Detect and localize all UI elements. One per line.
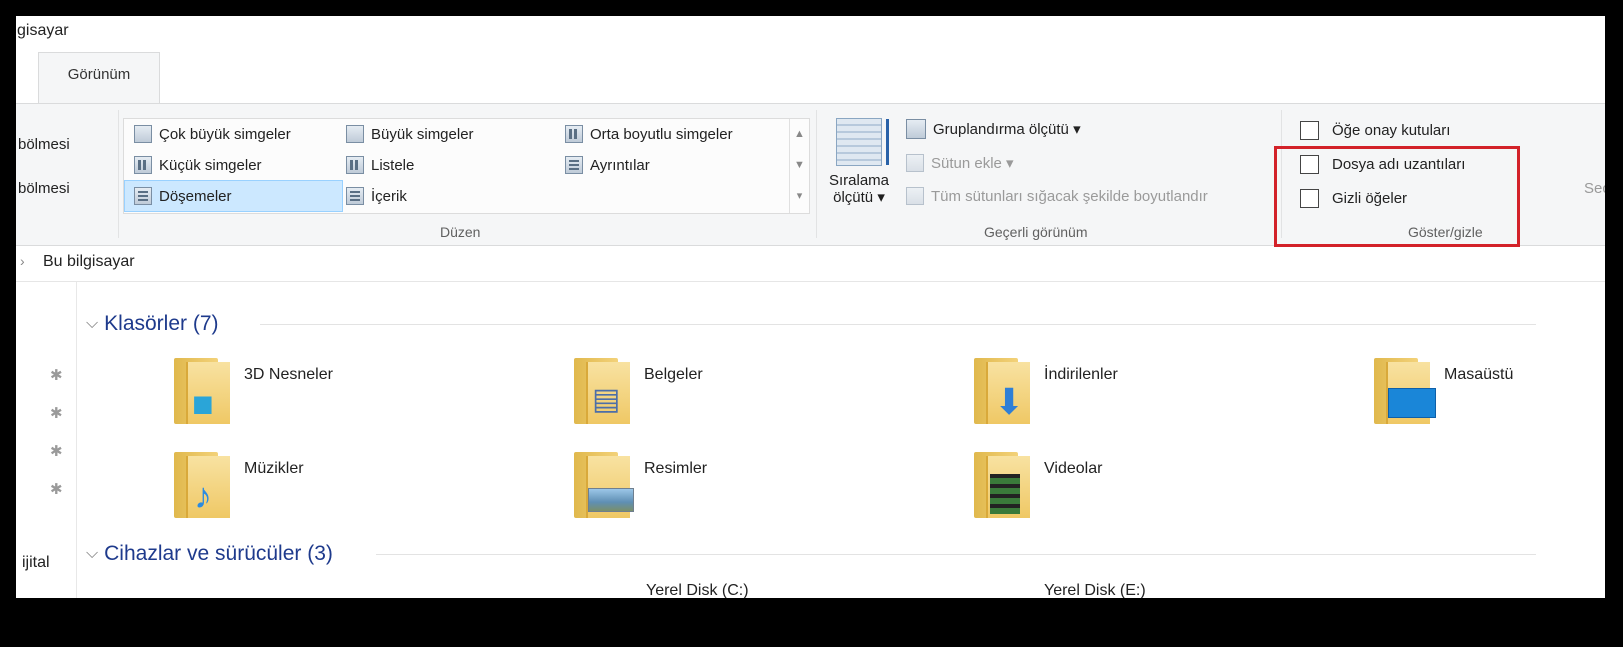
videos-folder-icon [974,452,1030,518]
pin-icon[interactable]: ✱ [50,442,63,460]
downloads-folder-icon: ⬇ [974,358,1030,424]
section-header-folders[interactable]: ⌵ Klasörler (7) [86,309,1536,339]
group-by-icon [906,119,926,139]
section-divider [376,554,1536,555]
address-bar[interactable]: › Bu bilgisayar [16,246,1605,282]
3d-objects-folder-icon: ■ [174,358,230,424]
layout-medium-icons[interactable]: Orta boyutlu simgeler [565,125,733,143]
folder-item-music[interactable]: ♪ Müzikler [174,452,304,518]
extra-large-icons-icon [134,125,152,143]
navigation-pane: ✱ ✱ ✱ ✱ ijital [16,282,77,598]
layout-tiles[interactable]: Döşemeler [134,187,232,205]
add-column-icon [906,154,924,172]
highlight-box [1274,146,1520,247]
layout-content[interactable]: İçerik [346,187,407,205]
tiles-icon [134,187,152,205]
chevron-down-icon[interactable]: ⌵ [86,315,98,333]
folder-item-documents[interactable]: ▤ Belgeler [574,358,703,424]
current-view-group-label: Geçerli görünüm [984,224,1088,240]
small-icons-icon [134,156,152,174]
desktop-folder-icon [1374,358,1436,424]
nav-item-partial[interactable]: ijital [22,554,50,572]
selection-group-partial[interactable]: Seç [1584,180,1605,197]
list-icon [346,156,364,174]
folder-item-pictures[interactable]: Resimler [574,452,707,518]
details-icon [565,156,583,174]
breadcrumb[interactable]: Bu bilgisayar [43,253,135,271]
layout-large-icons[interactable]: Büyük simgeler [346,125,474,143]
folder-item-videos[interactable]: Videolar [974,452,1102,518]
sort-by-icon [836,118,889,166]
item-checkboxes-checkbox[interactable] [1300,121,1319,140]
scroll-down-icon[interactable]: ▼ [790,150,809,181]
item-checkboxes-option[interactable]: Öğe onay kutuları [1300,121,1450,140]
layout-gallery-scrollbar[interactable]: ▲ ▼ ▾ [789,119,809,213]
gallery-expand-icon[interactable]: ▾ [790,181,809,212]
section-header-drives[interactable]: ⌵ Cihazlar ve sürücüler (3) [86,539,1536,569]
group-separator [118,110,119,238]
add-columns-button[interactable]: Sütun ekle ▾ [906,154,1014,172]
preview-pane-button[interactable]: bölmesi [18,180,70,197]
window-title: gisayar [17,22,69,39]
ribbon-tabstrip: Görünüm [16,50,1605,104]
scroll-up-icon[interactable]: ▲ [790,119,809,150]
pin-icon[interactable]: ✱ [50,404,63,422]
layout-extra-large-icons[interactable]: Çok büyük simgeler [134,125,291,143]
content-icon [346,187,364,205]
navigation-pane-button[interactable]: bölmesi [18,136,70,153]
layout-group-label: Düzen [440,224,481,240]
folder-item-desktop[interactable]: Masaüstü [1374,358,1513,424]
folder-item-3d-objects[interactable]: ■ 3D Nesneler [174,358,333,424]
drive-item-c[interactable]: Yerel Disk (C:) [646,582,749,598]
layout-list[interactable]: Listele [346,156,414,174]
pictures-folder-icon [574,452,634,518]
chevron-right-icon[interactable]: › [20,253,25,269]
tab-view[interactable]: Görünüm [38,52,160,104]
music-folder-icon: ♪ [174,452,230,518]
layout-details[interactable]: Ayrıntılar [565,156,650,174]
fit-columns-icon [906,187,924,205]
section-divider [260,324,1536,325]
file-explorer-window: gisayar Görünüm bölmesi bölmesi Çok büyü… [16,16,1605,598]
documents-folder-icon: ▤ [574,358,630,424]
group-by-button[interactable]: Gruplandırma ölçütü ▾ [906,119,1081,139]
size-all-columns-button[interactable]: Tüm sütunları sığacak şekilde boyutlandı… [906,187,1208,205]
pin-icon[interactable]: ✱ [50,366,63,384]
folder-item-downloads[interactable]: ⬇ İndirilenler [974,358,1118,424]
sort-by-button[interactable]: Sıralama ölçütü ▾ [824,118,894,206]
layout-small-icons[interactable]: Küçük simgeler [134,156,262,174]
group-separator [816,110,817,238]
large-icons-icon [346,125,364,143]
medium-icons-icon [565,125,583,143]
pin-icon[interactable]: ✱ [50,480,63,498]
drive-item-e[interactable]: Yerel Disk (E:) [1044,582,1146,598]
chevron-down-icon[interactable]: ⌵ [86,545,98,563]
